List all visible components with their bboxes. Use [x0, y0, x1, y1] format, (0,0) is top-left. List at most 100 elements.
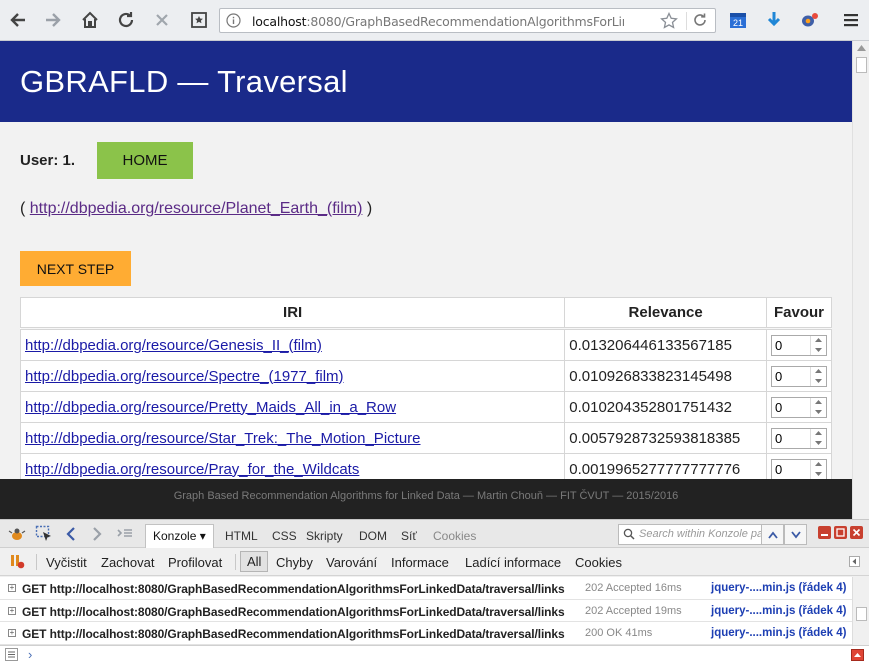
iri-link[interactable]: http://dbpedia.org/resource/Genesis_II_(… — [25, 337, 322, 354]
stepper-down-icon[interactable] — [811, 438, 826, 448]
stepper-up-icon[interactable] — [811, 460, 826, 470]
tab-script[interactable]: Skripty — [306, 529, 343, 543]
log-entry[interactable]: + GET http://localhost:8080/GraphBasedRe… — [0, 622, 852, 645]
minimize-icon[interactable] — [818, 526, 831, 539]
calendar-icon[interactable]: 21 — [726, 8, 750, 32]
stepper-arrows[interactable] — [809, 428, 826, 448]
favour-input[interactable] — [771, 335, 810, 355]
stepper-down-icon[interactable] — [811, 407, 826, 417]
console-command-line[interactable]: › — [0, 645, 869, 664]
url-bar[interactable]: localhost:8080/GraphBasedRecommendationA… — [219, 8, 716, 33]
tab-css[interactable]: CSS — [272, 529, 297, 543]
stepper-up-icon[interactable] — [811, 398, 826, 408]
filter-cookies[interactable]: Cookies — [575, 555, 622, 570]
console-expand-icon[interactable] — [851, 649, 864, 661]
filter-errors[interactable]: Chyby — [276, 555, 313, 570]
firebug-icon[interactable] — [8, 525, 26, 543]
devtools-search-input[interactable]: Search within Konzole pa — [618, 524, 781, 545]
menu-icon[interactable] — [839, 8, 863, 32]
search-icon — [623, 528, 635, 540]
console-menu-icon[interactable] — [5, 648, 18, 661]
command-editor-icon[interactable] — [116, 525, 134, 543]
favour-stepper[interactable] — [770, 427, 827, 449]
home-button[interactable]: HOME — [97, 142, 193, 179]
scrollbar-thumb[interactable] — [856, 57, 867, 73]
log-entry[interactable]: + GET http://localhost:8080/GraphBasedRe… — [0, 600, 852, 622]
log-message[interactable]: GET http://localhost:8080/GraphBasedReco… — [22, 582, 565, 596]
filter-warnings[interactable]: Varování — [326, 555, 377, 570]
tab-dom[interactable]: DOM — [359, 529, 387, 543]
star-icon[interactable] — [660, 12, 678, 30]
close-icon[interactable] — [850, 526, 863, 539]
info-icon[interactable] — [226, 13, 241, 28]
tab-console-dropdown-icon[interactable]: ▾ — [200, 529, 206, 543]
tab-html[interactable]: HTML — [225, 529, 258, 543]
favour-input[interactable] — [771, 459, 810, 479]
search-prev-button[interactable] — [761, 524, 784, 545]
stepper-up-icon[interactable] — [811, 367, 826, 377]
extension-icon[interactable] — [798, 8, 822, 32]
stepper-arrows[interactable] — [809, 335, 826, 355]
next-panel-icon[interactable] — [90, 525, 104, 543]
url-reload-icon[interactable] — [692, 12, 708, 28]
persist-button[interactable]: Zachovat — [101, 555, 154, 570]
expand-icon[interactable]: + — [8, 629, 16, 637]
favour-input[interactable] — [771, 397, 810, 417]
reload-icon[interactable] — [114, 8, 138, 32]
log-message[interactable]: GET http://localhost:8080/GraphBasedReco… — [22, 627, 565, 641]
stepper-up-icon[interactable] — [811, 336, 826, 346]
tab-cookies[interactable]: Cookies — [433, 529, 476, 543]
favour-stepper[interactable] — [770, 396, 827, 418]
prev-panel-icon[interactable] — [64, 525, 78, 543]
iri-link[interactable]: http://dbpedia.org/resource/Star_Trek:_T… — [25, 430, 421, 447]
filter-all[interactable]: All — [240, 551, 269, 572]
favour-input[interactable] — [771, 366, 810, 386]
stepper-arrows[interactable] — [809, 459, 826, 479]
iri-link[interactable]: http://dbpedia.org/resource/Pretty_Maids… — [25, 399, 396, 416]
expand-icon[interactable]: + — [8, 606, 16, 615]
stop-icon[interactable] — [150, 8, 174, 32]
break-on-errors-icon[interactable] — [9, 553, 25, 569]
search-next-button[interactable] — [784, 524, 807, 545]
profile-button[interactable]: Profilovat — [168, 555, 222, 570]
back-icon[interactable] — [6, 8, 30, 32]
tab-net[interactable]: Síť — [401, 529, 417, 543]
log-source-link[interactable]: jquery-....min.js (řádek 4) — [711, 582, 846, 594]
iri-link[interactable]: http://dbpedia.org/resource/Pray_for_the… — [25, 461, 359, 478]
favour-input[interactable] — [771, 428, 810, 448]
log-scrollbar-thumb[interactable] — [856, 607, 867, 621]
favour-stepper[interactable] — [770, 334, 827, 356]
log-scrollbar[interactable] — [852, 577, 869, 645]
filter-info[interactable]: Informace — [391, 555, 449, 570]
log-message[interactable]: GET http://localhost:8080/GraphBasedReco… — [22, 605, 565, 619]
forward-icon[interactable] — [41, 8, 65, 32]
download-icon[interactable] — [762, 8, 786, 32]
log-status: 202 Accepted 16ms — [585, 582, 682, 594]
log-entry[interactable]: + GET http://localhost:8080/GraphBasedRe… — [0, 577, 852, 600]
home-icon[interactable] — [78, 8, 102, 32]
stepper-up-icon[interactable] — [811, 429, 826, 439]
iri-link[interactable]: http://dbpedia.org/resource/Spectre_(197… — [25, 368, 344, 385]
favour-stepper[interactable] — [770, 458, 827, 480]
tab-console[interactable]: Konzole ▾ — [145, 524, 214, 549]
stepper-down-icon[interactable] — [811, 376, 826, 386]
log-source-link[interactable]: jquery-....min.js (řádek 4) — [711, 627, 846, 639]
scroll-up-icon[interactable] — [857, 45, 866, 51]
expand-icon[interactable]: + — [8, 584, 16, 592]
stepper-arrows[interactable] — [809, 366, 826, 386]
stepper-down-icon[interactable] — [811, 345, 826, 355]
inspect-icon[interactable] — [35, 525, 53, 543]
stepper-down-icon[interactable] — [811, 469, 826, 479]
favour-stepper[interactable] — [770, 365, 827, 387]
clear-button[interactable]: Vyčistit — [46, 555, 87, 570]
detach-icon[interactable] — [834, 526, 847, 539]
current-resource-link[interactable]: http://dbpedia.org/resource/Planet_Earth… — [30, 200, 363, 217]
log-source-link[interactable]: jquery-....min.js (řádek 4) — [711, 605, 846, 617]
filter-scroll-left-icon[interactable] — [849, 556, 860, 567]
bookmarks-icon[interactable] — [187, 8, 211, 32]
next-step-button[interactable]: NEXT STEP — [20, 251, 131, 286]
url-text[interactable]: localhost:8080/GraphBasedRecommendationA… — [252, 14, 624, 29]
page-scrollbar[interactable] — [852, 41, 869, 519]
filter-debug[interactable]: Ladící informace — [465, 555, 561, 570]
stepper-arrows[interactable] — [809, 397, 826, 417]
